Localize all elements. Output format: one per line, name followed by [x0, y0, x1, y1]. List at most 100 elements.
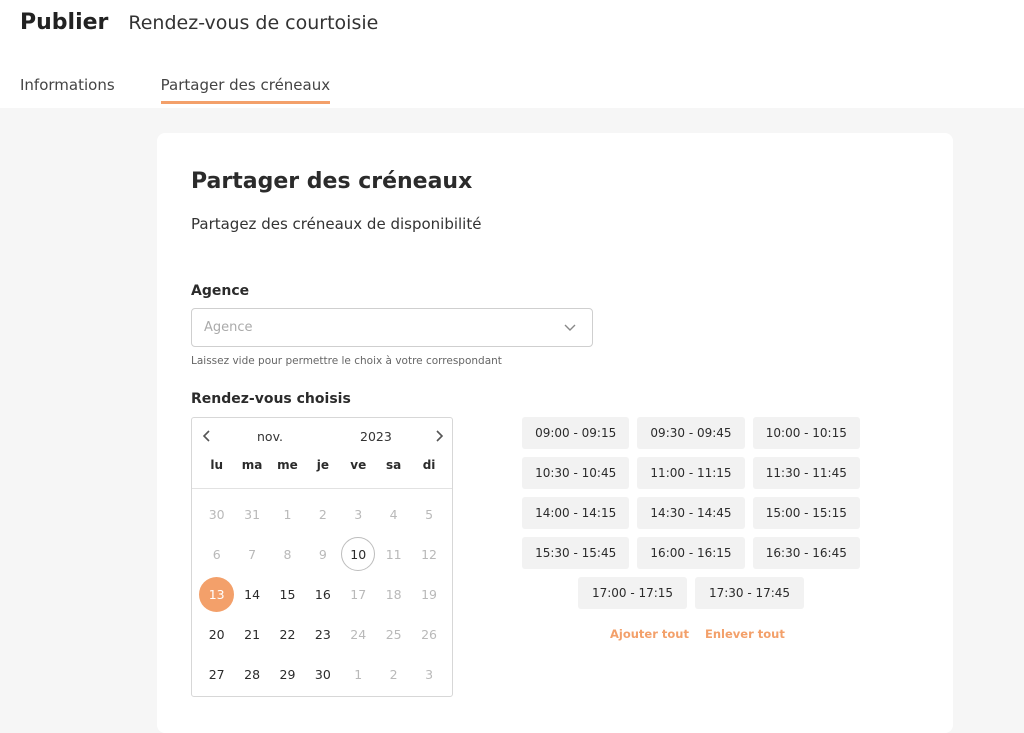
calendar-day-number: 3: [425, 667, 434, 683]
calendar-day[interactable]: 18: [376, 574, 411, 614]
calendar-day-number: 18: [385, 586, 402, 602]
calendar-divider: [192, 488, 452, 489]
calendar-day-selected[interactable]: 13: [199, 574, 235, 614]
page-header: Publier Rendez-vous de courtoisie Inform…: [0, 0, 1024, 108]
calendar-day-number: 4: [389, 506, 398, 522]
calendar-day-number: 10: [341, 537, 376, 572]
calendar-day[interactable]: 21: [234, 615, 269, 655]
title-row: Publier Rendez-vous de courtoisie: [20, 10, 378, 35]
weekday-label: je: [316, 458, 329, 472]
weekday-label: di: [422, 458, 436, 472]
calendar-day-number: 24: [350, 627, 367, 643]
chevron-down-icon: [564, 324, 576, 331]
calendar-day[interactable]: 11: [376, 534, 411, 574]
calendar-day-number: 14: [244, 586, 261, 602]
tab-informations[interactable]: Informations: [20, 76, 115, 104]
calendar-day[interactable]: 29: [270, 655, 305, 695]
calendar-day-number: 1: [283, 506, 292, 522]
calendar-day[interactable]: 30: [305, 655, 340, 695]
page-title: Publier: [20, 10, 109, 35]
calendar-day[interactable]: 15: [270, 574, 305, 614]
calendar-day[interactable]: 9: [305, 534, 340, 574]
calendar-day-number: 27: [208, 667, 225, 683]
time-slot-button[interactable]: 09:30 - 09:45: [637, 417, 745, 449]
calendar-day[interactable]: 1: [341, 655, 376, 695]
calendar-day[interactable]: 23: [305, 615, 340, 655]
calendar-day[interactable]: 8: [270, 534, 305, 574]
calendar-day-number: 21: [244, 627, 261, 643]
calendar-day[interactable]: 16: [305, 574, 340, 614]
calendar-day-number: 12: [421, 546, 437, 562]
calendar-day[interactable]: 7: [234, 534, 269, 574]
calendar-day-number: 30: [208, 506, 225, 522]
time-slot-button[interactable]: 14:00 - 14:15: [522, 497, 630, 529]
weekday-label: ve: [350, 458, 367, 472]
calendar-day[interactable]: 4: [376, 494, 411, 534]
calendar-day[interactable]: 30: [199, 494, 234, 534]
calendar-day[interactable]: 19: [411, 574, 446, 614]
calendar-day[interactable]: 27: [199, 655, 234, 695]
calendar-day[interactable]: 25: [376, 615, 411, 655]
weekday-label: sa: [386, 458, 402, 472]
time-slot-button[interactable]: 17:30 - 17:45: [695, 577, 804, 609]
calendar-day-number: 28: [244, 667, 261, 683]
calendar-day-number: 2: [318, 506, 327, 522]
slot-row: 15:30 - 15:45 16:00 - 16:15 16:30 - 16:45: [518, 537, 864, 569]
calendar-days: 30 31 1 2 3 4 5 6 7 8 9 10 11 12 13 14 15 16 17 18 19 20 21 22 2…: [199, 494, 447, 695]
calendar-day[interactable]: 26: [411, 615, 446, 655]
calendar-day-number: 26: [421, 627, 437, 643]
add-all-button[interactable]: Ajouter tout: [610, 627, 689, 641]
page-subtitle: Rendez-vous de courtoisie: [128, 12, 379, 34]
remove-all-button[interactable]: Enlever tout: [705, 627, 785, 641]
agency-select[interactable]: Agence: [191, 308, 593, 347]
time-slot-button[interactable]: 14:30 - 14:45: [637, 497, 745, 529]
calendar-day-number: 25: [385, 627, 402, 643]
time-slot-list: 09:00 - 09:15 09:30 - 09:45 10:00 - 10:15 1…: [518, 417, 864, 617]
time-slot-button[interactable]: 09:00 - 09:15: [522, 417, 630, 449]
calendar-day-number: 9: [318, 546, 327, 562]
time-slot-button[interactable]: 15:30 - 15:45: [522, 537, 630, 569]
calendar-day[interactable]: 5: [411, 494, 446, 534]
time-slot-button[interactable]: 16:00 - 16:15: [637, 537, 745, 569]
slot-row: 09:00 - 09:15 09:30 - 09:45 10:00 - 10:15: [518, 417, 864, 449]
calendar-day-number: 5: [425, 506, 434, 522]
card-title: Partager des créneaux: [191, 169, 473, 194]
tab-bar: Informations Partager des créneaux: [20, 76, 376, 104]
calendar-day[interactable]: 2: [376, 655, 411, 695]
time-slot-button[interactable]: 17:00 - 17:15: [578, 577, 687, 609]
calendar-day-number: 20: [208, 627, 225, 643]
time-slot-button[interactable]: 11:00 - 11:15: [637, 457, 745, 489]
calendar-day[interactable]: 3: [411, 655, 446, 695]
calendar-day-today[interactable]: 10: [341, 534, 376, 574]
calendar-month[interactable]: nov.: [257, 429, 283, 444]
calendar-day[interactable]: 22: [270, 615, 305, 655]
agency-label: Agence: [191, 283, 250, 299]
calendar-day[interactable]: 2: [305, 494, 340, 534]
calendar-day[interactable]: 12: [411, 534, 446, 574]
calendar-day-number: 2: [389, 667, 398, 683]
calendar-day[interactable]: 20: [199, 615, 234, 655]
weekday-label: lu: [210, 458, 224, 472]
calendar-day[interactable]: 14: [234, 574, 269, 614]
calendar-day[interactable]: 6: [199, 534, 234, 574]
time-slot-button[interactable]: 11:30 - 11:45: [752, 457, 860, 489]
calendar-day[interactable]: 3: [341, 494, 376, 534]
calendar-day-number: 22: [279, 627, 296, 643]
chevron-right-icon[interactable]: [432, 428, 446, 444]
time-slot-button[interactable]: 16:30 - 16:45: [752, 537, 860, 569]
time-slot-button[interactable]: 15:00 - 15:15: [752, 497, 860, 529]
calendar-day[interactable]: 31: [234, 494, 269, 534]
card-description: Partagez des créneaux de disponibilité: [191, 215, 482, 233]
time-slot-button[interactable]: 10:30 - 10:45: [522, 457, 630, 489]
calendar-year[interactable]: 2023: [360, 429, 392, 444]
agency-hint: Laissez vide pour permettre le choix à v…: [191, 355, 502, 367]
tab-share-slots[interactable]: Partager des créneaux: [160, 76, 331, 104]
time-slot-button[interactable]: 10:00 - 10:15: [752, 417, 860, 449]
calendar-day[interactable]: 28: [234, 655, 269, 695]
share-slots-card: Partager des créneaux Partagez des créne…: [157, 133, 953, 733]
chevron-left-icon[interactable]: [200, 428, 214, 444]
calendar-day[interactable]: 1: [270, 494, 305, 534]
calendar-day[interactable]: 17: [341, 574, 376, 614]
calendar-day-number: 19: [421, 586, 437, 602]
calendar-day[interactable]: 24: [341, 615, 376, 655]
